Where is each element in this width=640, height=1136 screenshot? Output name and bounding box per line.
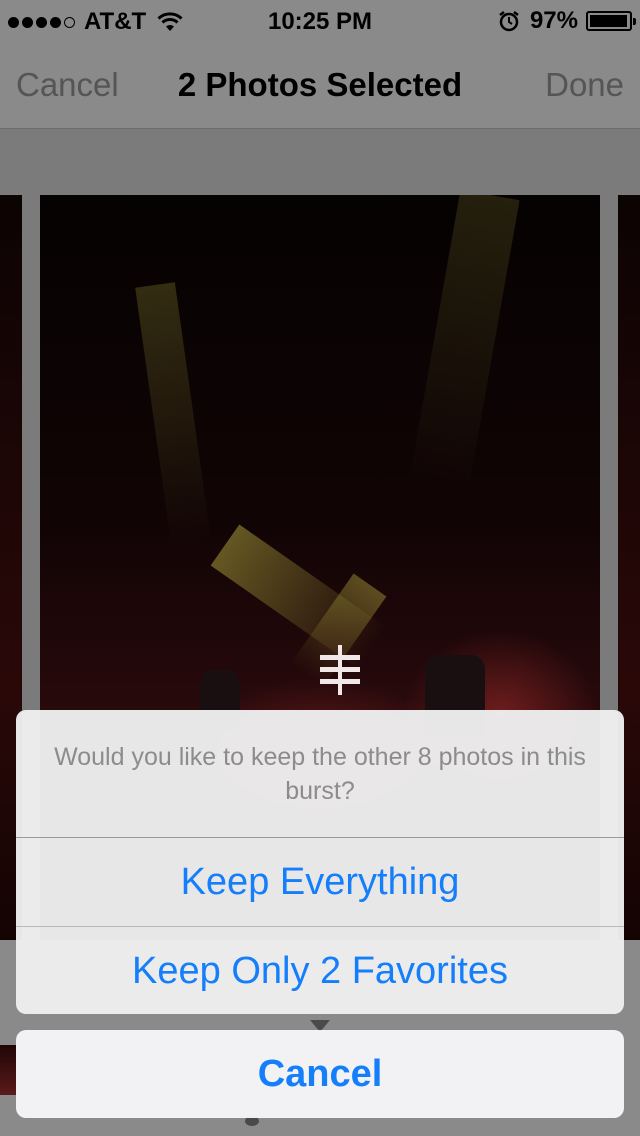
- battery-icon: [586, 11, 636, 31]
- page-title: 2 Photos Selected: [177, 66, 463, 103]
- thumbnail[interactable]: [0, 1045, 16, 1095]
- action-sheet: Would you like to keep the other 8 photo…: [16, 710, 624, 1014]
- keep-everything-button[interactable]: Keep Everything: [16, 838, 624, 927]
- stage-sign: [320, 645, 360, 695]
- battery-fill: [590, 15, 627, 27]
- status-bar: AT&T 10:25 PM 97%: [0, 0, 640, 40]
- battery-percent: 97%: [529, 7, 578, 34]
- navigation-bar: Cancel 2 Photos Selected Done: [0, 40, 640, 129]
- keep-only-favorites-button[interactable]: Keep Only 2 Favorites: [16, 927, 624, 1014]
- done-button[interactable]: Done: [545, 66, 624, 104]
- action-sheet-cancel-button[interactable]: Cancel: [16, 1030, 624, 1118]
- alarm-clock-icon: [499, 11, 519, 32]
- action-sheet-message: Would you like to keep the other 8 photo…: [16, 710, 624, 838]
- status-right: 97%: [498, 7, 636, 35]
